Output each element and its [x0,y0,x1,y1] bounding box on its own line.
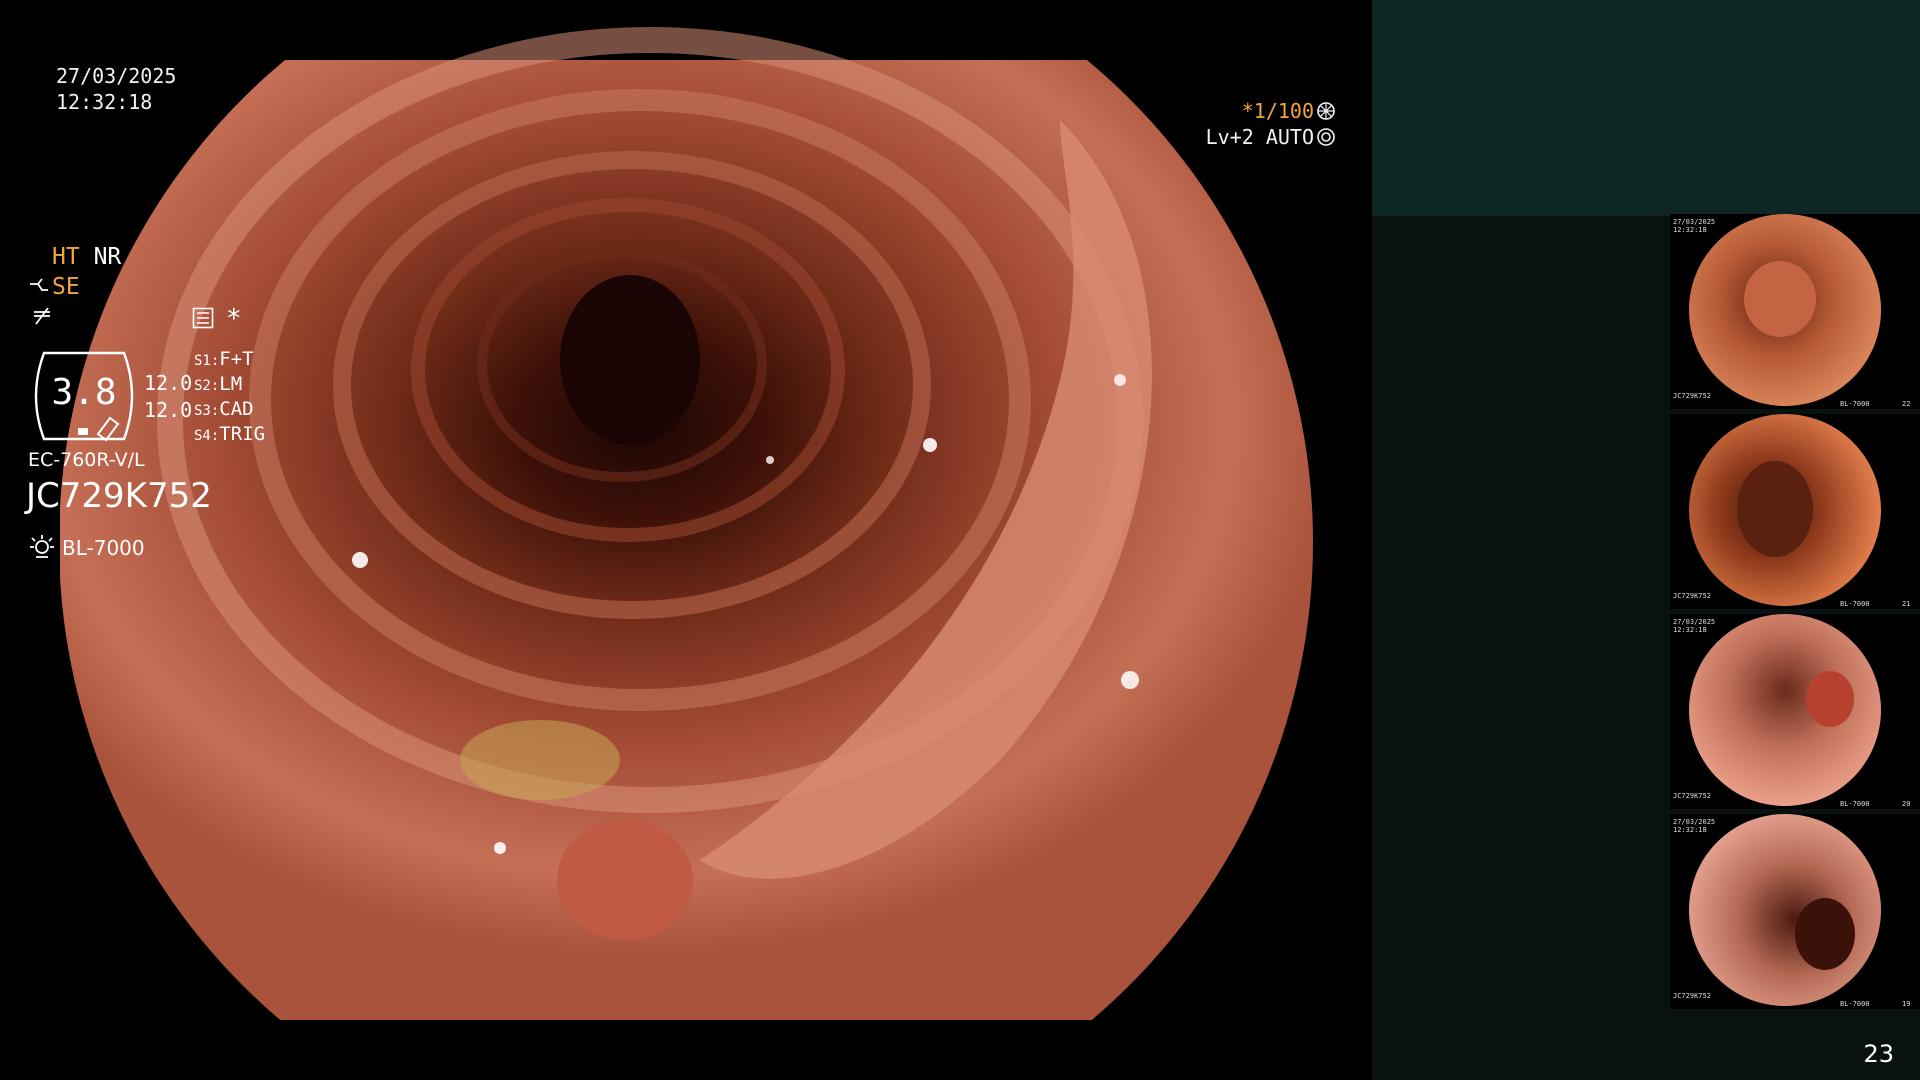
se-indicator: SE [52,274,80,300]
thumb-light: BL-7000 [1840,1000,1870,1008]
date-time-display: 27/03/2025 12:32:18 [56,63,176,115]
thumb-light: BL-7000 [1840,600,1870,608]
switch-tag: S2: [194,378,220,394]
thumb-date: 27/03/2025 [1673,218,1716,226]
menu-icon [192,307,214,329]
time-text: 12:32:18 [56,90,153,114]
capture-thumbnail[interactable]: JC729K752 BL-7000 21 [1670,414,1920,609]
thumb-time: 12:32:18 [1673,226,1707,234]
switch-s4: S4:TRIG [194,423,265,445]
structure-icon [34,307,50,325]
star-icon: * [226,304,242,334]
switch-s3: S3:CAD [194,398,254,420]
switch-label: LM [219,373,243,395]
capture-thumbnail[interactable]: 27/03/2025 12:32:18 JC729K752 BL-7000 22 [1670,214,1920,409]
switch-tag: S1: [194,353,220,369]
capture-thumbnail[interactable]: 27/03/2025 12:32:18 JC729K752 BL-7000 20 [1670,614,1920,809]
thumb-serial: JC729K752 [1673,592,1711,600]
aperture-icon [1317,102,1335,120]
enhancement-level-value: 3.8 [51,372,117,413]
iris-mode: AUTO [1265,125,1314,149]
thumb-index: 20 [1902,800,1911,808]
shutter-row: *1/100 [1206,98,1336,124]
value-1: 12.0 [144,371,193,395]
se-row: SE [28,274,80,300]
switch-s2: S2:LM [194,373,242,395]
ht-nr-row: HT NR [52,244,121,270]
main-endoscope-view: 27/03/2025 12:32:18 *1/100 Lv+2 AUTO [0,0,1372,1080]
thumb-time: 12:32:18 [1673,626,1707,634]
auto-iris-icon [1317,128,1335,146]
thumb-time: 12:32:18 [1673,826,1707,834]
scope-model: EC-760R-V/L [28,449,145,471]
endoscope-image [0,0,1372,1080]
thumb-light: BL-7000 [1840,400,1870,408]
thumb-date: 27/03/2025 [1673,818,1716,826]
thumb-index: 22 [1902,400,1911,408]
scope-serial-number: JC729K752 [26,476,212,516]
light-source-row: BL-7000 [28,532,145,560]
switch-label: F+T [219,348,254,370]
structure-row [30,304,54,334]
switch-s1: S1:F+T [194,348,254,370]
thumb-date: 27/03/2025 [1673,618,1716,626]
side-panel-header-band [1372,0,1920,216]
shutter-speed: *1/100 [1241,99,1314,123]
thumb-index: 19 [1902,1000,1911,1008]
thumb-light: BL-7000 [1840,800,1870,808]
switch-label: TRIG [219,423,266,445]
thumb-serial: JC729K752 [1673,792,1711,800]
value-2: 12.0 [144,398,193,422]
thumb-serial: JC729K752 [1673,392,1711,400]
exposure-info: *1/100 Lv+2 AUTO [1206,98,1336,150]
light-source-model: BL-7000 [62,536,145,560]
brightness-level: Lv+2 [1205,125,1254,149]
date-text: 27/03/2025 [56,64,177,88]
image-counter: 23 [1863,1040,1894,1068]
switch-label: CAD [219,398,254,420]
thumb-index: 21 [1902,600,1911,608]
light-source-icon [30,535,54,558]
switch-tag: S4: [194,428,220,444]
ht-indicator: HT [52,244,80,270]
scope-icon [30,278,48,291]
level-row: Lv+2 AUTO [1206,124,1336,150]
nr-indicator: NR [93,244,122,270]
switch-tag: S3: [194,403,220,419]
capture-thumbnail[interactable]: 27/03/2025 12:32:18 JC729K752 BL-7000 19 [1670,814,1920,1009]
thumb-serial: JC729K752 [1673,992,1711,1000]
